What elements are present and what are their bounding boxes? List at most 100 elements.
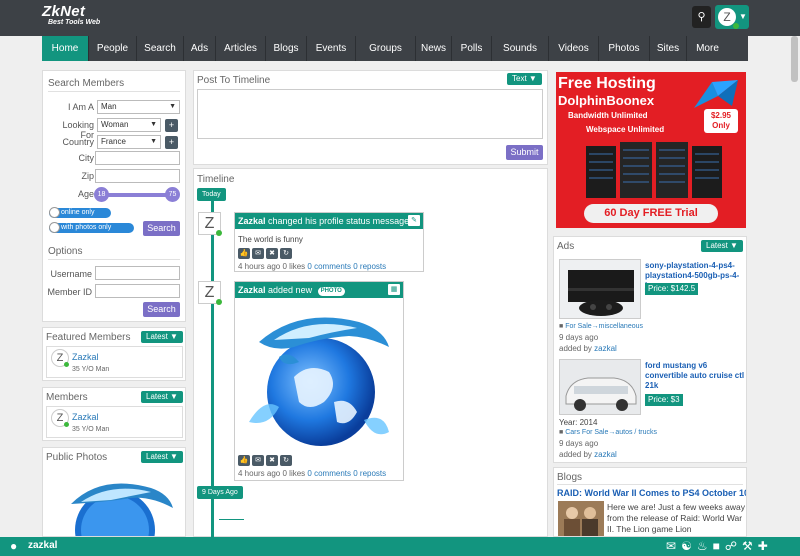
age-max-handle[interactable]: 75 [165, 187, 180, 202]
photo-badge: PHOTO [317, 287, 345, 296]
comment-icon[interactable]: ✉ [252, 248, 264, 259]
user-icon[interactable]: ● [10, 539, 17, 553]
comments-link[interactable]: 0 comments [307, 469, 351, 478]
post-avatar[interactable]: Z [198, 281, 222, 305]
ad-item-title[interactable]: ford mustang v6 convertible auto cruise … [645, 361, 745, 391]
nav-videos[interactable]: Videos [549, 36, 599, 61]
age-slider-track[interactable] [101, 193, 173, 197]
nav-news[interactable]: News [416, 36, 452, 61]
looking-for-select[interactable]: Woman ▼ [97, 118, 161, 132]
featured-members-panel: Featured Members Latest ▼ Z Zazkal 35 Y/… [42, 327, 186, 381]
post-author[interactable]: Zazkal [238, 285, 266, 295]
online-only-toggle[interactable]: online only [49, 207, 111, 218]
comment-icon[interactable]: ✉ [252, 455, 264, 466]
submit-post-button[interactable]: Submit [506, 145, 543, 160]
friends-icon[interactable]: ☯ [681, 539, 692, 553]
nav-articles[interactable]: Articles [216, 36, 266, 61]
nav-sites[interactable]: Sites [650, 36, 687, 61]
age-min-handle[interactable]: 18 [94, 187, 109, 202]
photos-latest-dropdown[interactable]: Latest ▼ [141, 451, 183, 463]
post-textarea[interactable] [197, 89, 543, 139]
repost-icon[interactable]: ↻ [280, 455, 292, 466]
nav-blogs[interactable]: Blogs [266, 36, 307, 61]
ad-line-1: Free Hosting [558, 75, 656, 92]
bottom-bar-icons: ✉ ☯ ♨ ■ ☍ ⚒ ✚ [666, 539, 768, 553]
page-scrollbar[interactable] [789, 36, 800, 537]
nav-groups[interactable]: Groups [356, 36, 416, 61]
public-photos-title: Public Photos [46, 452, 108, 463]
country-select[interactable]: France ▼ [97, 135, 161, 149]
member-card[interactable]: Z Zazkal 35 Y/O Man [46, 406, 183, 438]
like-icon[interactable]: 👍 [238, 455, 250, 466]
post-meta: 4 hours ago 0 likes 0 comments 0 reposts [238, 262, 387, 271]
chevron-down-icon: ▼ [169, 103, 176, 110]
cart-icon[interactable]: ☍ [725, 539, 737, 553]
nav-events[interactable]: Events [307, 36, 356, 61]
member-id-input[interactable] [95, 284, 180, 298]
dashboard-icon[interactable]: ■ [713, 539, 720, 553]
ad-item-image[interactable] [559, 359, 641, 415]
ad-item-image[interactable] [559, 259, 641, 319]
online-indicator [733, 23, 739, 29]
ad-trial-button[interactable]: 60 Day FREE Trial [584, 204, 718, 223]
featured-member-name[interactable]: Zazkal [72, 352, 99, 362]
reposts-link[interactable]: 0 reposts [353, 469, 386, 478]
tools-icon[interactable]: ⚒ [742, 539, 753, 553]
age-label: Age [77, 189, 94, 199]
members-panel: Members Latest ▼ Z Zazkal 35 Y/O Man [42, 387, 186, 441]
member-name[interactable]: Zazkal [72, 412, 99, 422]
zip-label: Zip [81, 171, 94, 181]
featured-member-card[interactable]: Z Zazkal 35 Y/O Man [46, 346, 183, 378]
blog-post-title[interactable]: RAID: World War II Comes to PS4 October … [557, 488, 746, 498]
nav-ads[interactable]: Ads [184, 36, 216, 61]
nav-people[interactable]: People [89, 36, 137, 61]
search-icon[interactable]: ⚲ [692, 6, 711, 28]
nav-home[interactable]: Home [42, 36, 89, 61]
ads-latest-dropdown[interactable]: Latest ▼ [701, 240, 743, 252]
with-photos-only-toggle[interactable]: with photos only [49, 222, 134, 233]
city-input[interactable] [95, 151, 180, 165]
repost-icon[interactable]: ↻ [280, 248, 292, 259]
post-author[interactable]: Zazkal [238, 216, 266, 226]
nav-search[interactable]: Search [137, 36, 184, 61]
public-photo-thumbnail[interactable] [51, 468, 179, 537]
scrollbar-thumb[interactable] [791, 36, 798, 82]
edit-icon[interactable]: ✎ [408, 215, 420, 226]
hosting-ad-banner[interactable]: Free Hosting DolphinBoonex Bandwidth Unl… [556, 72, 746, 228]
member-info: 35 Y/O Man [72, 426, 110, 433]
notifications-bell-icon[interactable]: ♨ [697, 539, 708, 553]
featured-members-title: Featured Members [46, 332, 131, 343]
add-country-button[interactable]: + [165, 136, 178, 149]
featured-latest-dropdown[interactable]: Latest ▼ [141, 331, 183, 343]
nav-more[interactable]: More [687, 36, 728, 61]
blog-post-thumbnail[interactable] [558, 501, 604, 536]
nav-polls[interactable]: Polls [452, 36, 492, 61]
add-looking-for-button[interactable]: + [165, 119, 178, 132]
blogs-title: Blogs [557, 472, 583, 483]
share-icon[interactable]: ✖ [266, 248, 278, 259]
nav-photos[interactable]: Photos [599, 36, 650, 61]
post-meta: 4 hours ago 0 likes 0 comments 0 reposts [238, 469, 387, 478]
post-avatar[interactable]: Z [198, 212, 222, 236]
reposts-link[interactable]: 0 reposts [353, 262, 386, 271]
site-logo[interactable]: ZkNet Best Tools Web [42, 3, 100, 26]
user-menu-button[interactable]: Z ▼ [715, 5, 749, 29]
add-icon[interactable]: ✚ [758, 539, 768, 553]
comments-link[interactable]: 0 comments [307, 262, 351, 271]
search-members-button[interactable]: Search [143, 221, 180, 236]
ad-item-category: ■ For Sale→miscellaneous [559, 323, 643, 330]
bottom-username[interactable]: zazkal [28, 540, 57, 551]
ad-item-added-by: added by zazkal [559, 450, 617, 459]
post-type-dropdown[interactable]: Text ▼ [507, 73, 542, 85]
mail-icon[interactable]: ✉ [666, 539, 676, 553]
nav-sounds[interactable]: Sounds [492, 36, 549, 61]
image-icon[interactable]: ▦ [388, 284, 400, 295]
options-search-button[interactable]: Search [143, 302, 180, 317]
zip-input[interactable] [95, 169, 180, 183]
like-icon[interactable]: 👍 [238, 248, 250, 259]
members-latest-dropdown[interactable]: Latest ▼ [141, 391, 183, 403]
username-input[interactable] [95, 266, 180, 280]
share-icon[interactable]: ✖ [266, 455, 278, 466]
post-photo[interactable] [239, 302, 399, 450]
i-am-select[interactable]: Man ▼ [97, 100, 180, 114]
